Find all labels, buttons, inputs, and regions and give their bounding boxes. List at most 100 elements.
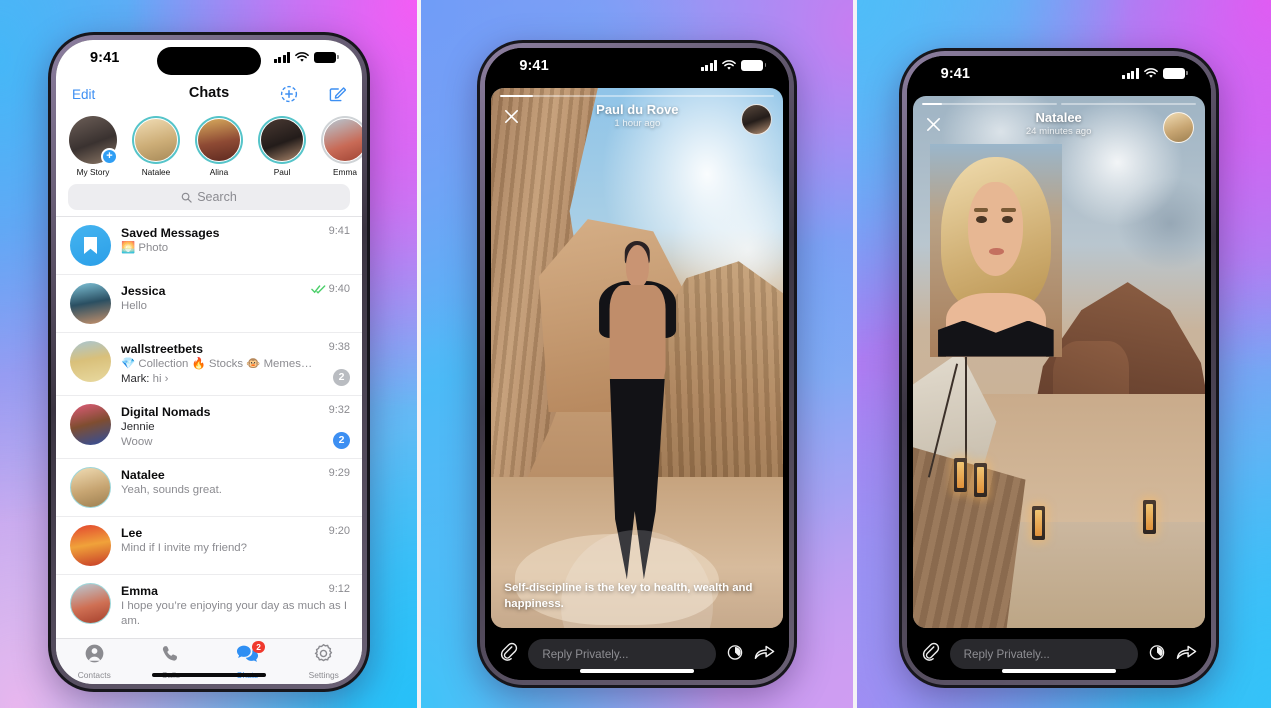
chat-time: 9:12 — [329, 583, 350, 595]
battery-icon — [314, 52, 339, 63]
tab-label: Settings — [308, 670, 339, 680]
telegram-chat-list-app: 9:41 Edit Chats + My Story Natalee Alina… — [56, 40, 362, 684]
story-progress-bar[interactable] — [921, 103, 1196, 106]
row-body: Digital Nomads Jennie Woow — [121, 404, 350, 450]
chat-preview: Woow — [121, 436, 153, 448]
paperclip-icon[interactable] — [921, 642, 940, 666]
story-ring — [321, 116, 362, 164]
stone-patio — [1000, 521, 1205, 628]
table-row[interactable]: Lee Mind if I invite my friend? 9:20 — [56, 517, 362, 575]
reply-placeholder: Reply Privately... — [963, 647, 1050, 661]
compose-icon[interactable] — [328, 85, 347, 108]
timestamp: 9:29 — [328, 467, 350, 479]
sender-message: hi › — [152, 373, 169, 385]
story-item-label: Paul — [273, 167, 291, 177]
status-time: 9:41 — [940, 66, 971, 82]
chat-sender: Jennie — [121, 420, 350, 435]
story-ring: + — [69, 116, 118, 165]
contacts-icon — [85, 644, 104, 663]
double-check-read-icon — [310, 285, 325, 294]
panel-story-viewer-paul: 9:41 Paul du Rove 1 hour ago Self-discip… — [421, 0, 853, 708]
table-row[interactable]: Saved Messages 🌅 Photo 9:41 — [56, 217, 362, 275]
reply-input[interactable]: Reply Privately... — [528, 639, 717, 669]
chat-list[interactable]: Saved Messages 🌅 Photo 9:41 Jessica Hell… — [56, 216, 362, 638]
dynamic-island — [157, 47, 261, 75]
wifi-icon — [1143, 68, 1158, 78]
progress-segment — [500, 95, 775, 98]
panel-chat-list: 9:41 Edit Chats + My Story Natalee Alina… — [0, 0, 418, 708]
story-item-label: Alina — [209, 167, 229, 177]
avatar — [134, 118, 178, 162]
battery-icon — [741, 60, 767, 71]
phone-screen: 9:41 Edit Chats + My Story Natalee Alina… — [56, 40, 362, 684]
chat-name: Digital Nomads — [121, 405, 211, 419]
avatar[interactable] — [1162, 112, 1194, 143]
bookmark-icon — [84, 237, 97, 254]
stopwatch-icon[interactable] — [1148, 643, 1166, 666]
paperclip-icon[interactable] — [499, 642, 518, 666]
chat-time: 9:20 — [329, 525, 350, 537]
tab-settings[interactable]: Settings — [286, 643, 363, 680]
story-ring — [195, 116, 243, 164]
lantern — [1143, 500, 1157, 535]
page-title: Chats — [188, 85, 230, 101]
story-item-my-story[interactable]: + My Story — [68, 116, 118, 184]
story-progress-bar[interactable] — [500, 95, 775, 98]
story-media[interactable]: Paul du Rove 1 hour ago Self-discipline … — [491, 88, 784, 628]
row-body: wallstreetbets 💎 Collection 🔥 Stocks 🐵 M… — [121, 341, 350, 387]
row-body: Emma I hope you’re enjoying your day as … — [121, 583, 350, 629]
reply-placeholder: Reply Privately... — [542, 647, 629, 661]
tab-contacts[interactable]: Contacts — [56, 643, 133, 680]
table-row[interactable]: wallstreetbets 💎 Collection 🔥 Stocks 🐵 M… — [56, 333, 362, 396]
head — [625, 244, 650, 289]
gear-icon — [314, 643, 333, 662]
tab-bar[interactable]: Contacts Calls — [56, 638, 362, 684]
forward-arrow-icon[interactable] — [1176, 643, 1197, 666]
table-row[interactable]: Digital Nomads Jennie Woow 9:32 2 — [56, 396, 362, 459]
cellular-signal-icon — [1122, 68, 1139, 79]
table-row[interactable]: Jessica Hello 9:40 — [56, 275, 362, 333]
story-item-alina[interactable]: Alina — [194, 116, 244, 184]
chat-preview: Hello — [121, 300, 147, 312]
story-ring — [132, 116, 180, 164]
progress-segment — [921, 103, 1057, 106]
story-item-emma[interactable]: Emma — [320, 116, 362, 184]
iphone-frame: 9:41 — [477, 40, 798, 688]
home-indicator[interactable] — [1001, 668, 1116, 673]
wifi-icon — [295, 52, 309, 62]
home-indicator[interactable] — [152, 672, 266, 677]
search-input[interactable]: Search — [68, 184, 350, 210]
home-indicator[interactable] — [580, 668, 695, 673]
story-item-natalee[interactable]: Natalee — [131, 116, 181, 184]
selfie-overlay-photo — [930, 143, 1062, 357]
reply-input[interactable]: Reply Privately... — [949, 639, 1138, 669]
lantern — [973, 463, 987, 498]
story-item-paul[interactable]: Paul — [257, 116, 307, 184]
chat-preview: I hope you’re enjoying your day as much … — [121, 600, 348, 627]
plus-icon[interactable]: + — [101, 148, 118, 165]
row-body: Lee Mind if I invite my friend? — [121, 525, 350, 556]
add-story-icon[interactable] — [264, 85, 314, 108]
forward-arrow-icon[interactable] — [754, 643, 775, 666]
lantern — [1032, 505, 1046, 540]
eyebrow-right — [1001, 207, 1016, 212]
status-badge: 2 — [333, 432, 350, 449]
status-indicators — [700, 60, 767, 71]
table-row[interactable]: Emma I hope you’re enjoying your day as … — [56, 575, 362, 637]
screenshot-root: 9:41 Edit Chats + My Story Natalee Alina… — [0, 0, 1271, 708]
stopwatch-icon[interactable] — [726, 643, 744, 666]
close-icon[interactable] — [503, 108, 520, 130]
story-item-label: My Story — [76, 167, 110, 177]
table-row[interactable]: Natalee Yeah, sounds great. 9:29 — [56, 459, 362, 517]
battery-icon — [1162, 68, 1188, 79]
story-media[interactable]: Natalee 24 minutes ago — [912, 96, 1205, 628]
close-icon[interactable] — [925, 116, 942, 138]
avatar — [70, 525, 111, 566]
timestamp: 9:38 — [328, 341, 350, 353]
stories-row[interactable]: + My Story Natalee Alina Paul Emma — [56, 114, 362, 184]
status-bar: 9:41 — [56, 40, 362, 80]
chat-last-message: Mark: hi › — [121, 372, 350, 387]
avatar — [197, 118, 241, 162]
avatar — [70, 467, 111, 508]
search-icon — [181, 192, 192, 203]
